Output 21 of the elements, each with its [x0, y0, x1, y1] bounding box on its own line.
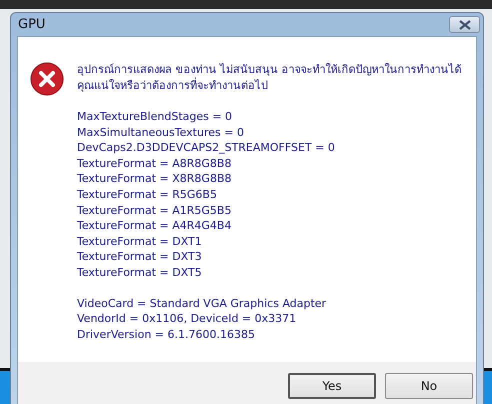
detail-line: MaxTextureBlendStages = 0	[77, 109, 234, 125]
detail-line: DevCaps2.D3DDEVCAPS2_STREAMOFFSET = 0	[77, 140, 336, 156]
detail-line: TextureFormat = R5G6B5	[77, 186, 218, 203]
detail-line: TextureFormat = DXT1	[77, 234, 203, 250]
warning-message: อุปกรณ์การแสดงผล ของท่าน ไม่สนับสนุน อาจจะทำให้เกิดปัญหาในการทำงานได้ คุณแน่ใจหรือว่าต้องการที่จะทำงานต่อไป	[77, 62, 462, 94]
no-button[interactable]: No	[385, 372, 473, 398]
close-icon	[458, 20, 470, 30]
detail-line: TextureFormat = A4R4G4B4	[77, 218, 232, 234]
detail-line: TextureFormat = DXT3	[77, 249, 203, 265]
detail-line: MaxSimultaneousTextures = 0	[77, 124, 245, 140]
window-title: GPU	[17, 17, 46, 32]
yes-button[interactable]: Yes	[288, 372, 376, 398]
detail-line: DriverVersion = 6.1.7600.16385	[77, 326, 256, 342]
detail-line: TextureFormat = DXT5	[77, 264, 203, 281]
detail-line: VideoCard = Standard VGA Graphics Adapter	[77, 296, 328, 312]
close-button[interactable]	[449, 16, 480, 33]
detail-line: VendorId = 0x1106, DeviceId = 0x3371	[77, 311, 298, 327]
detail-line: TextureFormat = A8R8G8B8	[77, 156, 232, 172]
error-icon	[30, 62, 64, 96]
detail-line: TextureFormat = A1R5G5B5	[77, 202, 232, 218]
detail-line: TextureFormat = X8R8G8B8	[77, 171, 232, 187]
